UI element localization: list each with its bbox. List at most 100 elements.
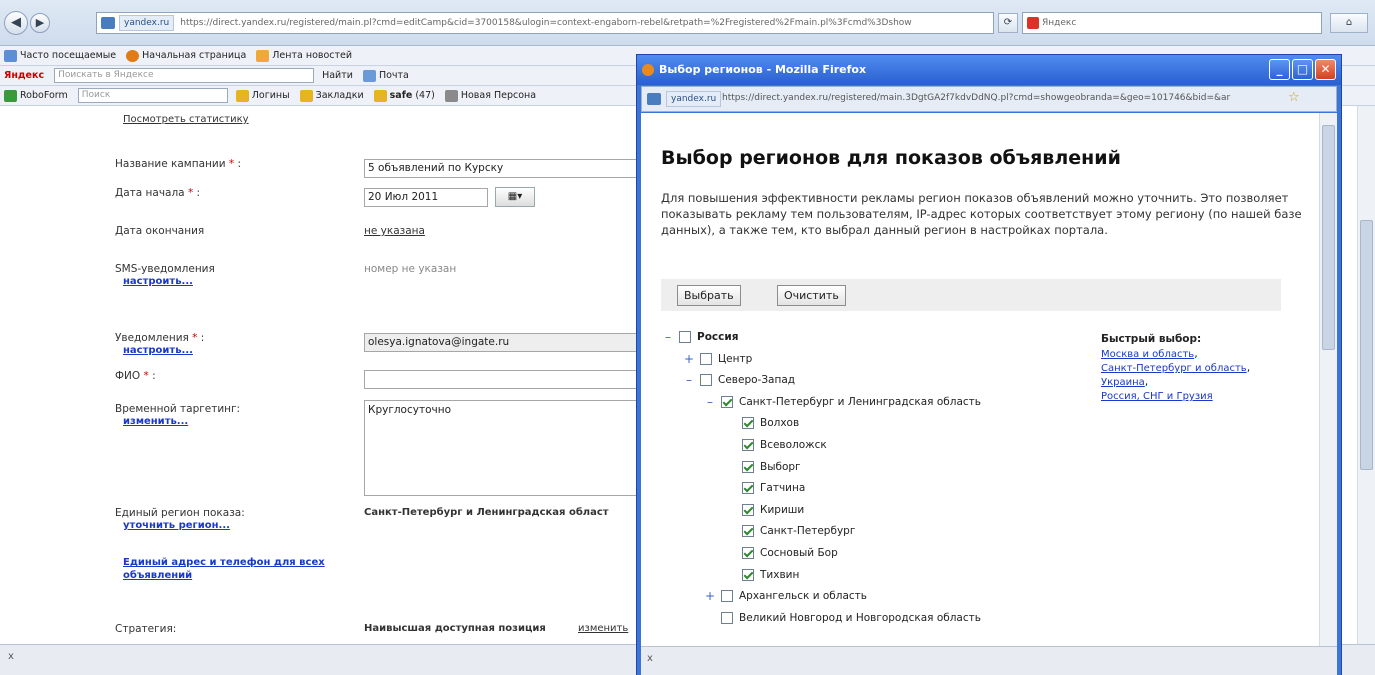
roboform-menu[interactable]: RoboForm [4,89,68,102]
address-bar[interactable]: yandex.ru https://direct.yandex.ru/regis… [96,12,994,34]
region-checkbox[interactable] [742,568,754,581]
region-tree-item[interactable]: Гатчина [724,478,805,498]
collapse-icon[interactable]: – [661,330,675,344]
time-targeting-link[interactable]: изменить... [123,416,188,427]
region-label: Волхов [760,417,800,430]
region-tree-item[interactable]: Тихвин [724,565,799,585]
region-picker-window: Выбор регионов - Mozilla Firefox _ □ ✕ y… [636,54,1342,675]
strategy-value: Наивысшая доступная позиция [364,623,546,634]
region-tree-item[interactable]: Волхов [724,413,799,433]
region-checkbox[interactable] [742,503,754,516]
region-tree-item[interactable]: Сосновый Бор [724,543,838,563]
forward-button[interactable]: ▶ [30,13,50,33]
expand-icon[interactable]: + [682,352,696,366]
region-checkbox[interactable] [721,395,733,408]
popup-site-badge[interactable]: yandex.ru [666,91,722,107]
region-checkbox[interactable] [742,417,754,430]
region-checkbox[interactable] [700,352,712,365]
region-tree-item[interactable]: Выборг [724,457,801,477]
region-tree-item[interactable]: Кириши [724,500,804,520]
url-text: https://direct.yandex.ru/registered/main… [180,18,912,28]
quick-link-moscow[interactable]: Москва и область [1101,349,1194,360]
popup-scrollbar[interactable] [1319,113,1337,646]
region-checkbox[interactable] [721,590,733,603]
clear-button[interactable]: Очистить [777,285,846,306]
popup-status-text[interactable]: x [647,653,653,664]
select-button[interactable]: Выбрать [677,285,741,306]
strategy-label: Стратегия: [115,623,177,635]
start-date-input[interactable]: 20 Июл 2011 [364,188,488,207]
minimize-button[interactable]: _ [1269,59,1290,80]
roboform-search-input[interactable]: Поиск [77,88,228,103]
search-placeholder: Яндекс [1042,18,1077,28]
region-checkbox[interactable] [742,439,754,451]
logins-icon [235,89,249,102]
popup-address-bar[interactable]: yandex.ru https://direct.yandex.ru/regis… [641,86,1337,112]
calendar-button[interactable]: ▦▾ [495,187,535,207]
stats-link[interactable]: Посмотреть статистику [123,114,249,125]
yandex-mail-button[interactable]: Почта [362,69,409,82]
expand-icon[interactable]: + [703,589,717,603]
region-tree-item[interactable]: Санкт-Петербург [724,521,855,541]
bookmark-most-visited[interactable]: Часто посещаемые [4,49,116,62]
home-button[interactable]: ⌂ [1330,13,1368,33]
region-checkbox[interactable] [742,482,754,495]
yandex-logo[interactable]: Яндекс [4,70,44,81]
region-checkbox[interactable] [742,460,754,473]
bookmark-start-page[interactable]: Начальная страница [126,49,246,62]
region-tree-item[interactable]: + Центр [682,349,752,369]
maximize-button[interactable]: □ [1292,59,1313,80]
quick-link-russia-cis[interactable]: Россия, СНГ и Грузия [1101,391,1213,402]
fio-input[interactable] [364,370,640,389]
quick-link-spb[interactable]: Санкт-Петербург и область [1101,363,1247,374]
notifications-email-input[interactable]: olesya.ignatova@ingate.ru [364,333,640,352]
region-checkbox[interactable] [721,611,733,624]
region-checkbox[interactable] [700,374,712,387]
popup-button-bar: Выбрать Очистить [661,279,1281,311]
region-tree-item[interactable]: Всеволожск [724,435,827,455]
time-targeting-box[interactable]: Круглосуточно [364,400,640,496]
roboform-safe-button[interactable]: safe (47) [373,89,435,102]
region-tree-item[interactable]: Великий Новгород и Новгородская область [703,608,981,628]
reload-button[interactable]: ⟳ [998,13,1018,33]
yandex-find-button[interactable]: Найти [322,70,353,81]
bookmark-news-feed[interactable]: Лента новостей [256,49,352,62]
collapse-icon[interactable]: – [682,373,696,387]
region-label: Северо-Запад [718,374,796,387]
page-scrollbar[interactable] [1357,106,1375,644]
region-tree-item[interactable]: – Россия [661,327,738,347]
time-targeting-label: Временной таргетинг: [115,403,241,415]
quick-link-ukraine[interactable]: Украина [1101,377,1145,388]
collapse-icon[interactable]: – [703,395,717,409]
site-identity-badge[interactable]: yandex.ru [119,15,175,31]
region-label: Всеволожск [760,439,827,451]
bookmark-star-icon[interactable]: ☆ [1288,90,1300,105]
popup-scroll-thumb[interactable] [1322,125,1335,350]
popup-title-bar[interactable]: Выбор регионов - Mozilla Firefox _ □ ✕ [637,55,1341,85]
page-scroll-thumb[interactable] [1360,220,1373,470]
region-tree-item[interactable]: + Архангельск и область [703,586,867,606]
common-address-link[interactable]: Единый адрес и телефон для всех объявлен… [123,556,338,582]
campaign-name-input[interactable]: 5 объявлений по Курску [364,159,640,178]
region-checkbox[interactable] [742,547,754,559]
back-button[interactable]: ◀ [4,11,28,35]
notifications-settings-link[interactable]: настроить... [123,345,193,356]
roboform-icon [4,89,17,102]
roboform-logins-button[interactable]: Логины [235,89,290,102]
yandex-search-engine-icon[interactable] [1027,17,1039,29]
popup-description: Для повышения эффективности рекламы реги… [661,191,1302,237]
sms-settings-link[interactable]: настроить... [123,276,193,287]
roboform-bookmarks-button[interactable]: Закладки [299,89,364,102]
search-bar[interactable]: Яндекс [1022,12,1322,34]
main-status-text[interactable]: x [8,651,14,662]
region-checkbox[interactable] [679,331,691,343]
region-tree-item[interactable]: – Санкт-Петербург и Ленинградская область [703,392,981,412]
end-date-link[interactable]: не указана [364,225,425,237]
roboform-new-person-button[interactable]: Новая Персона [444,89,536,102]
yandex-search-input[interactable]: Поискать в Яндексе [54,68,315,83]
change-strategy-link[interactable]: изменить [578,623,628,634]
refine-region-link[interactable]: уточнить регион... [123,520,230,531]
close-button[interactable]: ✕ [1315,59,1336,80]
region-tree-item[interactable]: – Северо-Запад [682,370,795,390]
region-checkbox[interactable] [742,525,754,538]
